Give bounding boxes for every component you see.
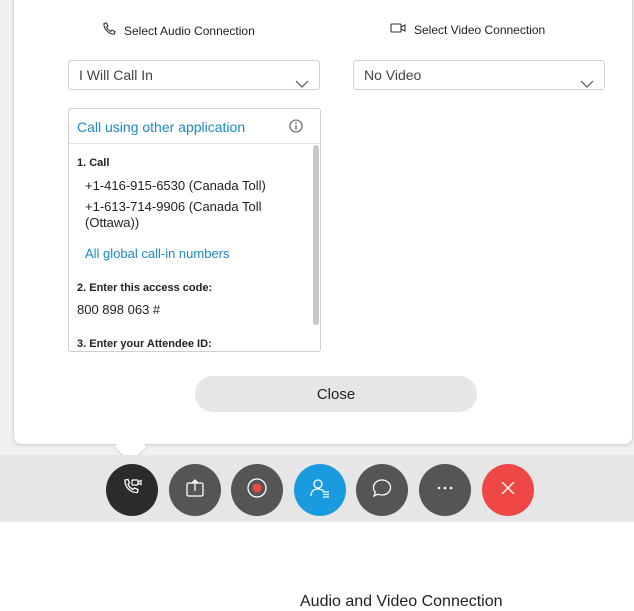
- chat-button[interactable]: [356, 464, 408, 516]
- page-title: Audio and Video Connection: [300, 593, 503, 610]
- more-button[interactable]: [419, 464, 471, 516]
- audio-connection-select[interactable]: I Will Call In: [68, 60, 320, 90]
- scrollbar[interactable]: [313, 145, 319, 325]
- audio-connection-heading: Select Audio Connection: [102, 22, 255, 39]
- record-icon: [246, 477, 268, 504]
- share-button[interactable]: [169, 464, 221, 516]
- video-select-value: No Video: [364, 67, 422, 83]
- close-x-icon: [497, 477, 519, 504]
- video-heading-label: Select Video Connection: [414, 22, 546, 37]
- video-camera-icon: [390, 22, 406, 37]
- audio-heading-label: Select Audio Connection: [124, 23, 255, 38]
- call-in-header: Call using other application: [69, 109, 320, 144]
- call-in-info-box: Call using other application 1. Call +1-…: [68, 108, 321, 352]
- leave-button[interactable]: [482, 464, 534, 516]
- share-upload-icon: [184, 477, 206, 504]
- audio-video-panel: Select Audio Connection Select Video Con…: [13, 0, 633, 445]
- step-3-label: 3. Enter your Attendee ID:: [77, 338, 212, 350]
- info-icon[interactable]: [289, 119, 303, 138]
- audio-select-value: I Will Call In: [79, 67, 153, 83]
- phone-video-icon: [121, 477, 143, 504]
- participants-button[interactable]: [294, 464, 346, 516]
- more-ellipsis-icon: [434, 477, 456, 504]
- access-code: 800 898 063 #: [77, 302, 161, 317]
- participants-icon: [309, 477, 331, 504]
- chevron-down-icon: [295, 70, 309, 98]
- global-call-in-link[interactable]: All global call-in numbers: [85, 246, 295, 262]
- video-connection-heading: Select Video Connection: [390, 22, 545, 37]
- phone-number-1: +1-416-915-6530 (Canada Toll): [85, 178, 266, 193]
- audio-connection-button[interactable]: [106, 464, 158, 516]
- phone-icon: [102, 22, 116, 39]
- step-2-label: 2. Enter this access code:: [77, 282, 213, 294]
- call-other-app-link[interactable]: Call using other application: [77, 119, 245, 135]
- chevron-down-icon: [580, 70, 594, 98]
- chat-bubble-icon: [371, 477, 393, 504]
- close-button[interactable]: Close: [195, 376, 477, 412]
- phone-number-2: +1-613-714-9906 (Canada Toll (Ottawa)): [85, 199, 262, 230]
- step-1-label: 1. Call: [77, 157, 110, 169]
- video-connection-select[interactable]: No Video: [353, 60, 605, 90]
- record-button[interactable]: [231, 464, 283, 516]
